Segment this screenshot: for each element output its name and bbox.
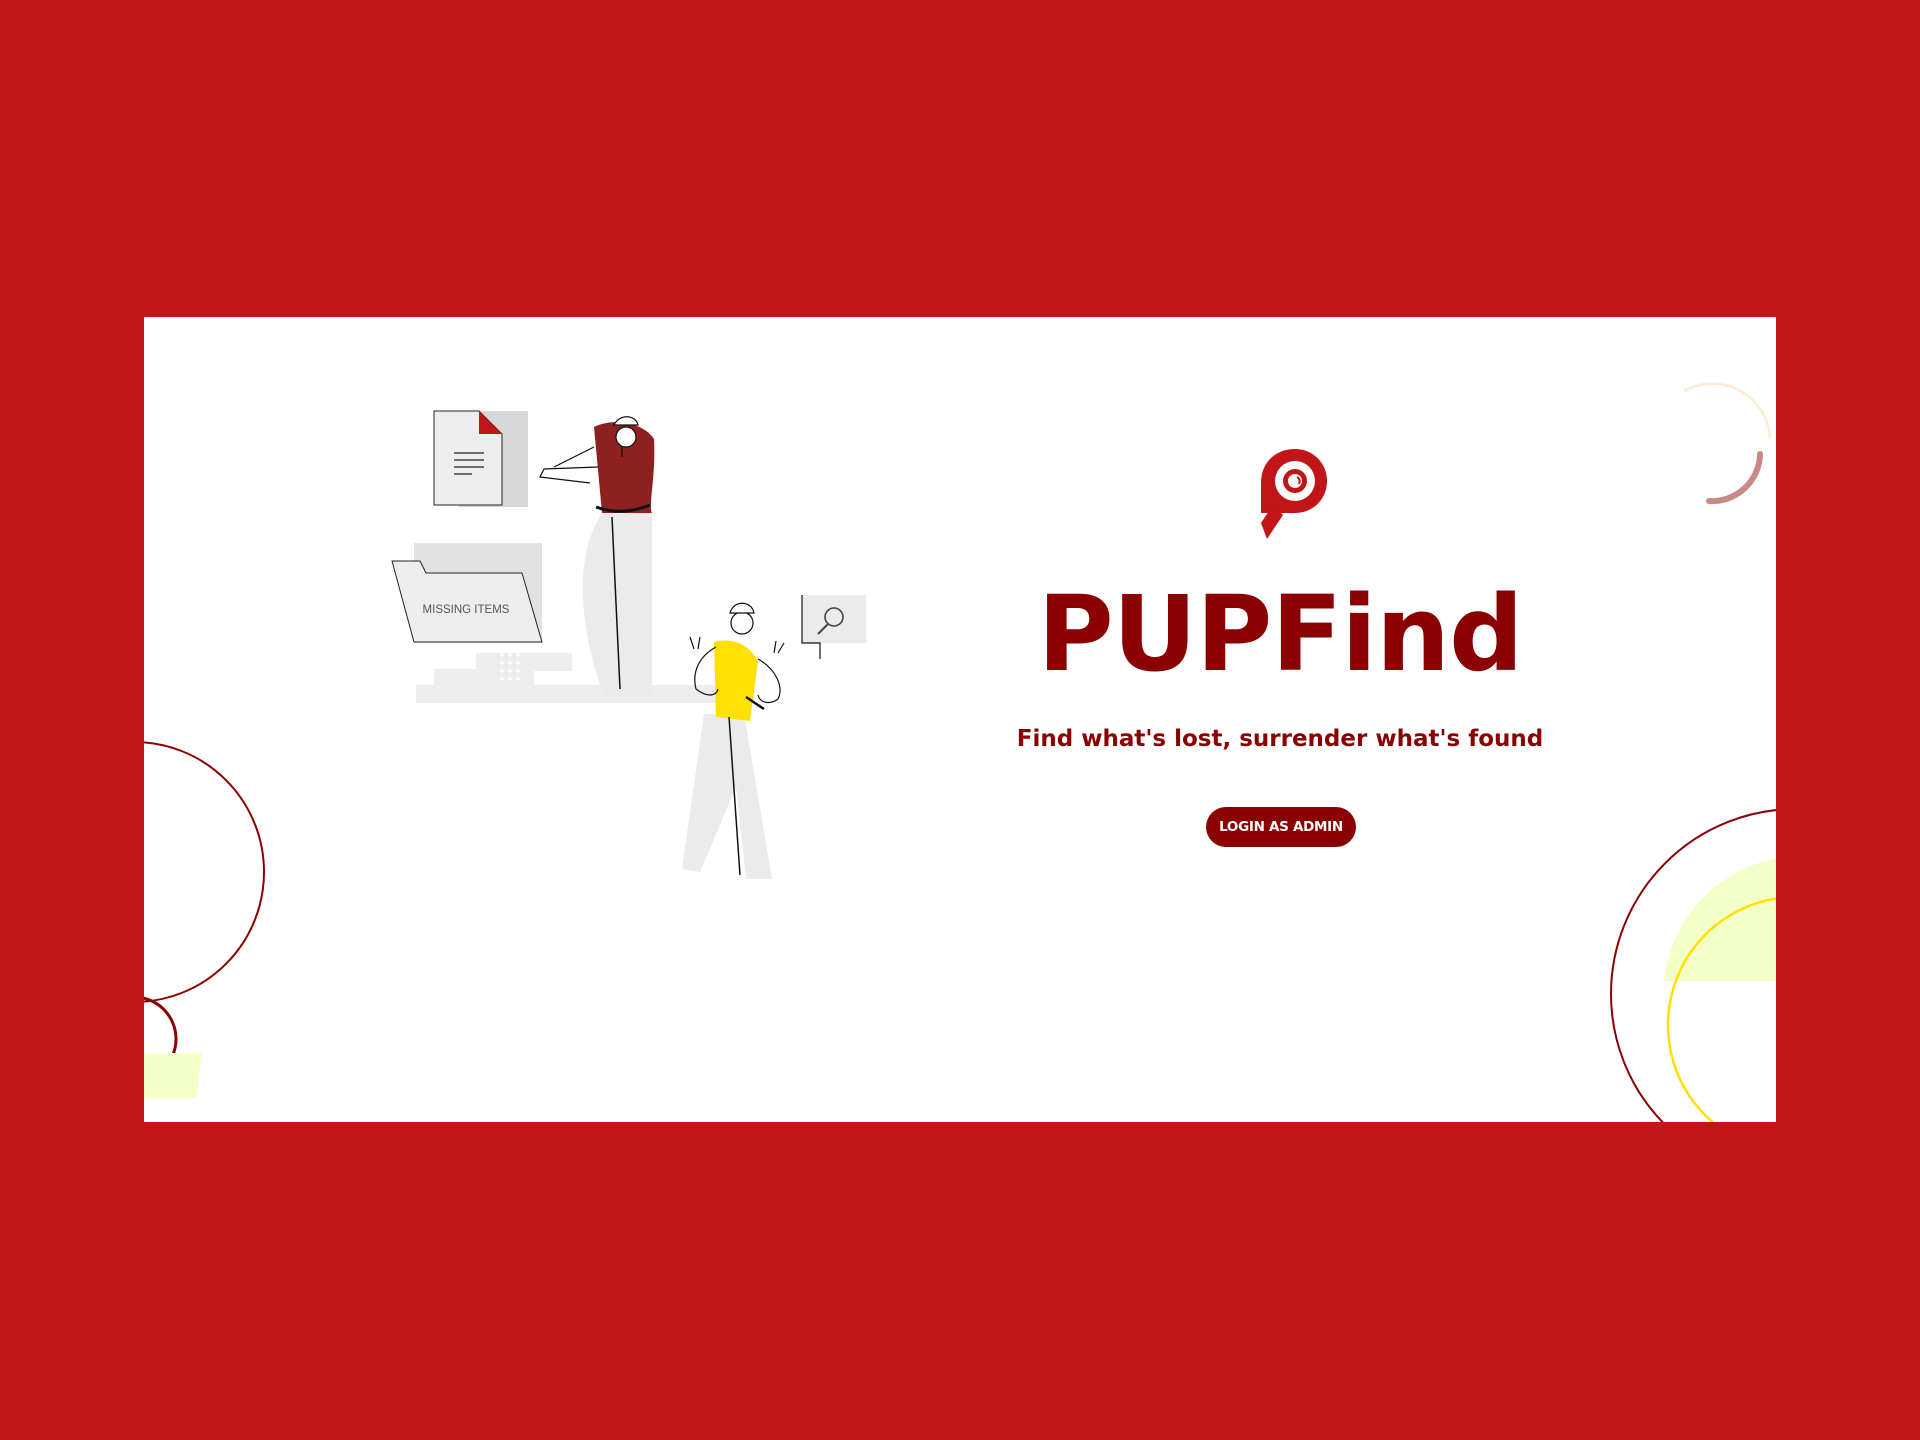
login-as-admin-button[interactable]: LOGIN AS ADMIN [1206, 807, 1356, 847]
landing-card: MISSING ITEMS PUPFind Find what's lost, … [144, 317, 1776, 1122]
app-tagline: Find what's lost, surrender what's found [1016, 726, 1544, 752]
magnifier-icon [801, 595, 866, 659]
person-shrugging-figure [682, 602, 785, 879]
document-icon [433, 410, 528, 507]
app-title: PUPFind [1037, 573, 1523, 695]
folder-icon: MISSING ITEMS [391, 543, 543, 643]
hero-illustration: MISSING ITEMS [391, 410, 866, 879]
floor-blocks [416, 653, 752, 703]
folder-label: MISSING ITEMS [423, 604, 510, 616]
pupfind-logo-icon [1261, 449, 1327, 539]
